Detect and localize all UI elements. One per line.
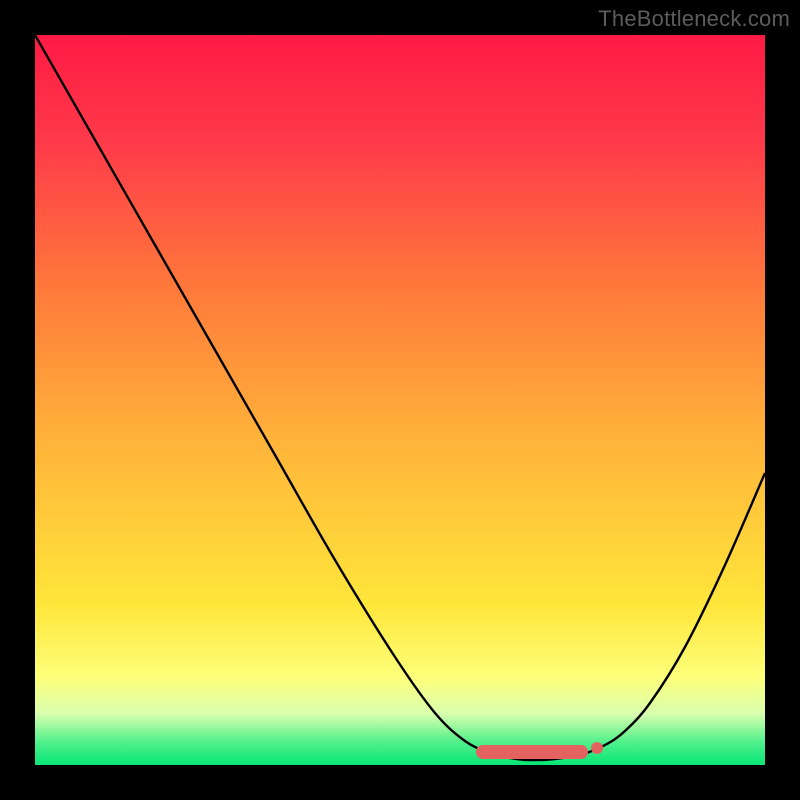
watermark-label: TheBottleneck.com (598, 6, 790, 32)
plot-area (35, 35, 765, 765)
chart-stage: TheBottleneck.com (0, 0, 800, 800)
curve-overlay (35, 35, 765, 765)
highlight-end-dot (591, 742, 603, 754)
bottleneck-curve (35, 35, 765, 760)
